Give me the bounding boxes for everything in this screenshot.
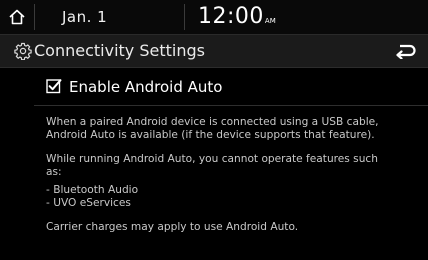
home-icon — [9, 9, 25, 25]
clock-time: 12:00 — [198, 4, 264, 29]
back-arrow-icon — [396, 44, 416, 59]
status-date: Jan. 1 — [62, 8, 108, 26]
home-button[interactable] — [0, 0, 34, 34]
status-divider — [184, 4, 185, 30]
description-line: as: — [46, 166, 62, 178]
description-line: Android Auto is available (if the device… — [46, 129, 375, 141]
bullet-item: - UVO eServices — [46, 197, 131, 209]
carrier-note: Carrier charges may apply to use Android… — [46, 221, 299, 233]
status-bar: Jan. 1 12:00AM — [0, 0, 428, 34]
back-button[interactable] — [392, 40, 418, 62]
divider — [34, 105, 428, 106]
enable-android-auto-option[interactable]: Enable Android Auto — [0, 70, 428, 104]
description-line: While running Android Auto, you cannot o… — [46, 153, 378, 165]
bullet-item: - Bluetooth Audio — [46, 184, 139, 196]
settings-header: Connectivity Settings — [0, 34, 428, 68]
status-divider — [34, 4, 35, 30]
option-label: Enable Android Auto — [69, 78, 223, 96]
clock-ampm: AM — [264, 17, 276, 25]
page-title: Connectivity Settings — [34, 41, 205, 60]
status-clock: 12:00AM — [198, 4, 276, 29]
gear-icon — [14, 42, 32, 60]
checkbox-checked-icon[interactable] — [46, 78, 62, 94]
description-line: When a paired Android device is connecte… — [46, 116, 379, 128]
